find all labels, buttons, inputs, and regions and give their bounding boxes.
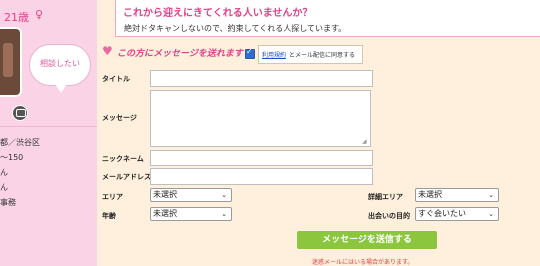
terms-link[interactable]: 利用規約 <box>262 50 286 59</box>
camera-icon[interactable] <box>12 105 28 121</box>
heart-icon: ♥ <box>102 44 113 58</box>
post-title: これから迎えにきてくれる人いませんか？ <box>123 8 313 19</box>
email-label: メールアドレス <box>102 173 151 181</box>
profile-info-job: 事務 <box>0 198 16 207</box>
message-label: メッセージ <box>102 114 137 122</box>
age-select-value: 未選択 <box>153 209 177 218</box>
area-label: エリア <box>102 193 123 201</box>
profile-info-line-3: ん <box>0 168 8 177</box>
nickname-label: ニックネーム <box>102 155 144 163</box>
profile-info-area: 都／渋谷区 <box>0 138 40 147</box>
resize-handle-icon[interactable]: ◢ <box>362 138 367 145</box>
speech-bubble-tail <box>55 84 67 93</box>
spam-warning: 迷惑メールにはいる場合があります。 <box>312 259 414 266</box>
title-input[interactable] <box>150 70 373 87</box>
profile-info-height: 〜150 <box>0 153 24 162</box>
message-lead: この方にメッセージを送れます <box>117 49 243 59</box>
female-gender-icon: ♀ <box>35 8 44 21</box>
speech-bubble-text: 相談したい <box>40 59 80 68</box>
purpose-select-value: すぐ会いたい <box>418 209 466 218</box>
profile-info-line-4: ん <box>0 183 8 192</box>
chevron-down-icon: ⌄ <box>488 191 494 199</box>
detail-area-select[interactable]: 未選択 ⌄ <box>415 188 499 202</box>
title-label: タイトル <box>102 75 130 83</box>
agree-checkbox[interactable] <box>245 47 255 59</box>
chevron-down-icon: ⌄ <box>221 191 227 199</box>
profile-divider <box>0 126 97 127</box>
age-label: 年齢 <box>102 212 116 220</box>
agree-label: とメール配信に同意する <box>289 52 356 59</box>
profile-photo[interactable] <box>0 27 22 97</box>
detail-area-label: 詳細エリア <box>368 193 403 201</box>
purpose-label: 出会いの目的 <box>368 212 410 220</box>
area-select[interactable]: 未選択 ⌄ <box>150 188 232 202</box>
chevron-down-icon: ⌄ <box>221 210 227 218</box>
age-select[interactable]: 未選択 ⌄ <box>150 207 232 221</box>
send-message-button[interactable]: メッセージを送信する <box>297 231 437 249</box>
area-select-value: 未選択 <box>153 190 177 199</box>
email-input[interactable] <box>150 168 373 185</box>
profile-age: 21歳 <box>4 11 29 24</box>
purpose-select[interactable]: すぐ会いたい ⌄ <box>415 207 499 221</box>
post-subtitle: 絶対ドタキャンしないので、約束してくれる人探しています。 <box>124 24 347 33</box>
nickname-input[interactable] <box>150 150 373 166</box>
message-textarea[interactable] <box>150 90 371 147</box>
detail-area-select-value: 未選択 <box>418 190 442 199</box>
chevron-down-icon: ⌄ <box>488 210 494 218</box>
